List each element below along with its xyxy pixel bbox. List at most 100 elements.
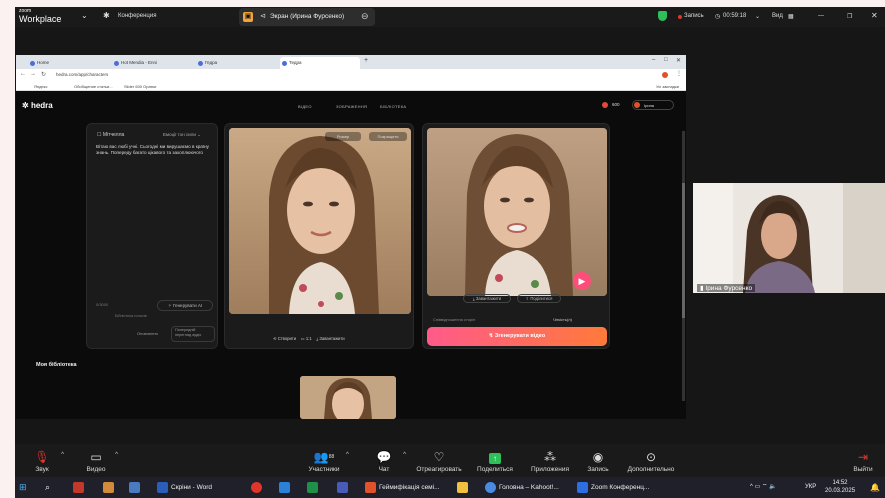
- taskbar-app[interactable]: [279, 480, 293, 495]
- credits-count[interactable]: 600: [612, 102, 620, 107]
- apps-button[interactable]: ⁂ Приложения: [525, 450, 575, 473]
- bookmark-all[interactable]: Усі закладки: [656, 84, 679, 89]
- chevron-down-icon[interactable]: ⌄: [81, 11, 88, 20]
- download-video-button[interactable]: ⤓ Завантажити: [463, 294, 511, 303]
- taskbar-chrome[interactable]: Головна – Kahoot!...: [485, 480, 559, 495]
- video-button[interactable]: ▭ Видео ^: [71, 450, 121, 473]
- taskbar-app[interactable]: [73, 480, 87, 495]
- emotion-select[interactable]: Емоції тон сили ⌄: [163, 132, 201, 138]
- close-icon[interactable]: ✕: [676, 57, 681, 64]
- leave-label: Выйти: [853, 466, 873, 473]
- library-item-thumbnail[interactable]: [300, 376, 396, 419]
- nav-video[interactable]: ВІДЕО: [298, 104, 312, 109]
- bookmark-item[interactable]: Обобщение статьи...: [74, 84, 113, 89]
- share-status-pill[interactable]: ▣ ⊲ Экран (Ирина Фурсенко) ⊖: [239, 8, 375, 26]
- participant-video[interactable]: [693, 183, 885, 293]
- taskbar-zoom[interactable]: Zoom Конференц...: [577, 480, 649, 495]
- notifications-icon[interactable]: 🔔: [870, 480, 880, 495]
- character-image[interactable]: Розмір Покращити: [229, 128, 411, 314]
- image-controls: ⟲ Створити ▭ 1:1 ⤓ Завантажити: [273, 336, 345, 341]
- more-button[interactable]: ⊙ Дополнительно: [623, 450, 679, 473]
- meeting-label[interactable]: Конференция: [118, 13, 156, 19]
- leave-button[interactable]: ⇥ Выйти: [843, 450, 883, 473]
- generate-ai-button[interactable]: ✧ Генерувати AI: [157, 300, 213, 311]
- minimize-icon[interactable]: —: [818, 13, 824, 19]
- maximize-icon[interactable]: □: [664, 57, 668, 63]
- audio-preview-toggle[interactable]: Попередній перегляд аудіо: [171, 326, 215, 342]
- script-textarea[interactable]: Вітаю вас любі учні. Сьогодні ми вирушає…: [96, 144, 214, 156]
- chevron-up-icon[interactable]: ^: [403, 452, 406, 458]
- nav-library[interactable]: БІБЛІОТЕКА: [380, 104, 406, 109]
- view-grid-icon[interactable]: ▦: [788, 13, 794, 20]
- record-button[interactable]: ◉ Запись: [573, 450, 623, 473]
- scrollbar-thumb[interactable]: [682, 183, 685, 318]
- back-icon[interactable]: ←: [20, 71, 26, 77]
- voice-library-label[interactable]: Бібліотека голосів: [115, 314, 147, 318]
- taskbar-app[interactable]: [103, 480, 117, 495]
- forward-icon[interactable]: →: [30, 71, 36, 77]
- windows-taskbar: ⊞ ⌕ Скріни - Word Геймифікація семі... Г…: [15, 477, 885, 498]
- view-label[interactable]: Вид: [772, 13, 783, 19]
- search-icon[interactable]: ⌕: [45, 480, 50, 495]
- more-icon: ⊙: [645, 450, 657, 464]
- taskbar-app[interactable]: [251, 480, 265, 495]
- resolution-select[interactable]: Чіткість(л): [553, 317, 572, 322]
- reactions-button[interactable]: ♡ Отреагировать: [412, 450, 466, 473]
- taskbar-powerpoint[interactable]: Геймифікація семі...: [365, 480, 440, 495]
- reload-icon[interactable]: ↻: [41, 71, 46, 78]
- bookmark-item[interactable]: Slider 600 Оратки: [124, 84, 156, 89]
- browser-tab[interactable]: Гедра: [196, 57, 276, 69]
- profile-avatar[interactable]: [662, 72, 668, 78]
- enhance-button[interactable]: Покращити: [369, 132, 407, 141]
- tray-icons[interactable]: ^ ▭ ⌔ 🔈: [750, 480, 777, 495]
- regenerate-button[interactable]: ⟲ Створити: [273, 336, 296, 341]
- recording-label[interactable]: Запись: [684, 13, 704, 19]
- more-icon[interactable]: ⊖: [361, 11, 369, 22]
- browser-tab-active[interactable]: Тедра: [280, 57, 360, 69]
- meeting-info-icon[interactable]: ✱: [103, 11, 110, 20]
- taskbar-app[interactable]: [129, 480, 143, 495]
- taskbar-app[interactable]: [337, 480, 351, 495]
- windows-start-icon[interactable]: ⊞: [19, 480, 27, 495]
- shield-icon[interactable]: [658, 11, 667, 21]
- play-button[interactable]: ▶: [573, 272, 591, 290]
- participant-name-tag: ▮ Ірина Фурсенко: [697, 284, 756, 292]
- audio-preview-label: Попередній перегляд аудіо: [175, 328, 202, 337]
- chevron-up-icon[interactable]: ^: [61, 452, 64, 458]
- chevron-up-icon[interactable]: ^: [115, 452, 118, 458]
- download-image-button[interactable]: ⤓ Завантажити: [316, 336, 344, 341]
- aspect-ratio-button[interactable]: ▭ 1:1: [301, 336, 312, 341]
- chevron-up-icon[interactable]: ^: [346, 452, 349, 458]
- refresh-option[interactable]: Оновлення: [137, 331, 158, 336]
- browser-tab[interactable]: Hot Mendia - Enni: [112, 57, 192, 69]
- menu-icon[interactable]: ⋮: [676, 70, 682, 77]
- portrait-illustration: [229, 128, 411, 314]
- generate-video-button[interactable]: ↯ Згенерувати відео: [427, 327, 607, 346]
- maximize-icon[interactable]: ❐: [847, 13, 852, 20]
- chevron-down-icon[interactable]: ⌄: [755, 13, 760, 20]
- new-tab-icon[interactable]: +: [364, 57, 368, 64]
- chat-button[interactable]: 💬 Чат ^: [359, 450, 409, 473]
- share-video-button[interactable]: ⇪ Поділитися: [517, 294, 561, 303]
- browser-window: Home Hot Mendia - Enni Гедра Тедра + – □…: [16, 55, 686, 419]
- browser-tab[interactable]: Home: [28, 57, 108, 69]
- minimize-icon[interactable]: –: [652, 57, 655, 63]
- participants-count: 88: [328, 454, 335, 460]
- hedra-logo[interactable]: ✲ hedra: [22, 101, 53, 110]
- voice-selector[interactable]: ☐ Мітчелла: [97, 132, 124, 138]
- nav-images[interactable]: ЗОБРАЖЕННЯ: [336, 104, 367, 109]
- taskbar-app[interactable]: [457, 480, 471, 495]
- participant-name: Ірина Фурсенко: [705, 285, 753, 292]
- taskbar-clock[interactable]: 14:52 20.03.2025: [825, 479, 855, 495]
- image-size-button[interactable]: Розмір: [325, 132, 361, 141]
- bookmark-item[interactable]: Яндекс: [34, 84, 47, 89]
- participants-button[interactable]: 👥88 Участники: [295, 450, 353, 473]
- url-field[interactable]: hedra.com/app/characters: [56, 72, 108, 77]
- close-icon[interactable]: ✕: [871, 11, 878, 20]
- audio-button[interactable]: 🎙 Звук ^: [17, 450, 67, 473]
- video-preview[interactable]: ▶: [427, 128, 607, 296]
- share-screen-button[interactable]: ↑ Поделиться: [470, 450, 520, 473]
- taskbar-word[interactable]: Скріни - Word: [157, 480, 212, 495]
- language-indicator[interactable]: УКР: [805, 480, 816, 495]
- taskbar-app[interactable]: [307, 480, 321, 495]
